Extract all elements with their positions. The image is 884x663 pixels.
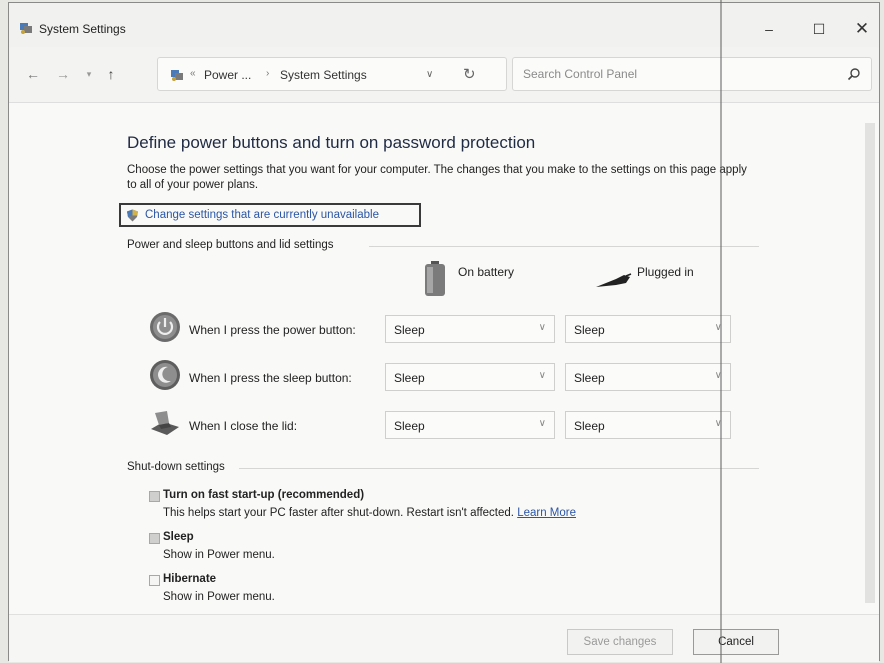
laptop-lid-icon [151,411,179,435]
system-settings-window: System Settings – ☐ ✕ ← → ▾ ↑ « Power ..… [8,2,880,662]
address-bar[interactable]: « Power ... › System Settings ∨ ↻ [157,57,507,91]
power-buttons-section-title: Power and sleep buttons and lid settings [127,239,334,251]
control-panel-icon [20,23,32,34]
control-panel-icon [171,70,183,81]
chevron-down-icon: ∨ [538,370,546,381]
lid-close-label: When I close the lid: [189,419,298,433]
page-fold-line [720,0,722,663]
save-changes-button[interactable]: Save changes [567,629,673,655]
power-button-plugged-select[interactable]: Sleep ∨ [565,315,731,343]
breadcrumb-separator-icon: › [266,68,270,79]
selected-value: Sleep [394,323,425,337]
power-button-label: When I press the power button: [189,323,356,337]
power-button-battery-select[interactable]: Sleep ∨ [385,315,555,343]
selected-value: Sleep [574,323,605,337]
content-area: Define power buttons and turn on passwor… [9,103,879,662]
shutdown-section-title: Shut-down settings [127,461,225,473]
change-unavailable-settings-label[interactable]: Change settings that are currently unava… [145,209,379,221]
cancel-button[interactable]: Cancel [693,629,779,655]
maximize-button[interactable]: ☐ [803,15,835,43]
breadcrumb-system-settings[interactable]: System Settings [280,68,367,82]
back-button[interactable]: ← [23,65,43,83]
close-button[interactable]: ✕ [846,15,878,43]
section-divider [239,468,759,469]
search-input[interactable] [523,65,833,83]
address-dropdown-icon[interactable]: ∨ [426,69,433,80]
fast-startup-checkbox[interactable] [149,491,160,502]
fast-startup-description: This helps start your PC faster after sh… [163,507,576,519]
hibernate-checkbox[interactable] [149,575,160,586]
breadcrumb-power[interactable]: Power ... [204,68,251,82]
vertical-scrollbar[interactable] [865,123,875,603]
sleep-option-label[interactable]: Sleep [163,531,194,543]
hibernate-option-label[interactable]: Hibernate [163,573,216,585]
fast-startup-label[interactable]: Turn on fast start-up (recommended) [163,489,364,501]
page-title: Define power buttons and turn on passwor… [127,133,536,152]
chevron-down-icon: ∨ [538,322,546,333]
forward-button[interactable]: → [53,65,73,83]
selected-value: Sleep [574,371,605,385]
chevron-down-icon: ∨ [538,418,546,429]
uac-shield-icon [127,209,138,222]
up-button[interactable]: ↑ [101,65,121,83]
navigation-bar: ← → ▾ ↑ « Power ... › System Settings ∨ … [9,47,879,103]
sleep-option-description: Show in Power menu. [163,549,275,561]
footer-bar: Save changes Cancel [9,614,879,662]
power-button-icon [150,312,180,342]
learn-more-link[interactable]: Learn More [517,507,576,519]
change-unavailable-settings-link[interactable]: Change settings that are currently unava… [119,203,421,227]
section-divider [369,246,759,247]
title-bar: System Settings – ☐ ✕ [9,3,879,47]
breadcrumb-overflow[interactable]: « [190,68,196,79]
page-description: Choose the power settings that you want … [127,164,747,191]
recent-locations-button[interactable]: ▾ [79,65,99,83]
refresh-icon[interactable]: ↻ [463,65,476,83]
lid-close-battery-select[interactable]: Sleep ∨ [385,411,555,439]
on-battery-column-header: On battery [458,265,515,279]
selected-value: Sleep [394,419,425,433]
battery-icon [425,261,445,296]
sleep-button-plugged-select[interactable]: Sleep ∨ [565,363,731,391]
fast-startup-description-text: This helps start your PC faster after sh… [163,507,514,519]
search-icon[interactable] [847,67,861,81]
selected-value: Sleep [574,419,605,433]
search-box[interactable] [512,57,872,91]
plugged-in-column-header: Plugged in [637,265,694,279]
sleep-button-label: When I press the sleep button: [189,371,352,385]
sleep-checkbox[interactable] [149,533,160,544]
window-title: System Settings [39,22,126,36]
minimize-button[interactable]: – [753,15,785,43]
hibernate-option-description: Show in Power menu. [163,591,275,603]
sleep-button-icon [150,360,180,390]
sleep-button-battery-select[interactable]: Sleep ∨ [385,363,555,391]
lid-close-plugged-select[interactable]: Sleep ∨ [565,411,731,439]
plug-icon [596,273,632,287]
selected-value: Sleep [394,371,425,385]
